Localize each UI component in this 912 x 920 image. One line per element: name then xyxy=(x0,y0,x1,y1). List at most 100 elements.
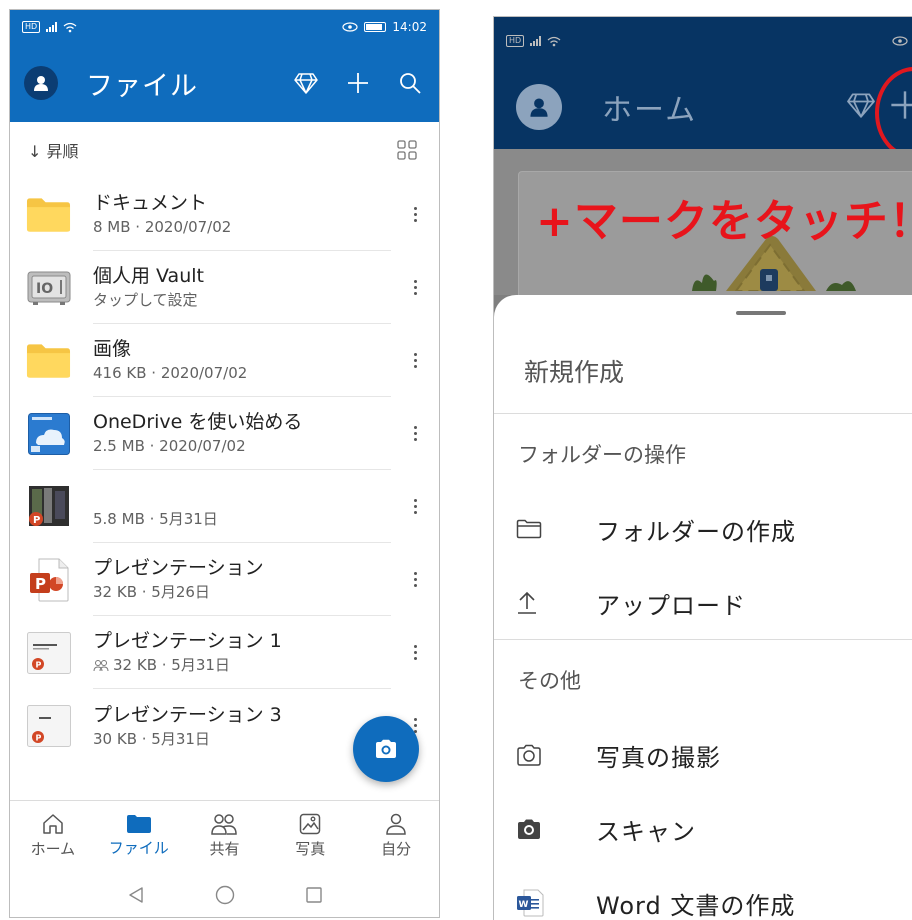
more-options-button[interactable] xyxy=(391,251,439,324)
menu-label: Word 文書の作成 xyxy=(596,891,796,920)
nav-label: 写真 xyxy=(295,839,326,858)
file-meta-text: 30 KB · 5月31日 xyxy=(93,729,210,748)
recent-apps-icon[interactable] xyxy=(305,886,323,904)
more-options-button[interactable] xyxy=(391,616,439,689)
pptx-thumbnail: P xyxy=(26,703,71,748)
status-bar: HD 14:02 xyxy=(10,10,439,44)
folder-icon xyxy=(26,338,71,383)
nav-files[interactable]: ファイル xyxy=(96,801,182,870)
svg-text:P: P xyxy=(33,515,40,526)
file-info: 5.8 MB · 5月31日 xyxy=(93,470,391,543)
diamond-icon xyxy=(294,73,318,94)
file-row[interactable]: P プレゼンテーション 32 KB · 5月26日 xyxy=(26,543,439,616)
camera-filled-icon xyxy=(516,818,564,840)
hd-icon: HD xyxy=(506,35,525,47)
more-options-button[interactable] xyxy=(391,397,439,470)
diamond-icon xyxy=(847,93,875,118)
premium-button[interactable] xyxy=(846,92,876,122)
file-meta-text: 416 KB · 2020/07/02 xyxy=(93,364,248,382)
file-row[interactable]: P 5.8 MB · 5月31日 xyxy=(26,470,439,543)
file-row[interactable]: P プレゼンテーション 1 32 KB · 5月31日 xyxy=(26,616,439,689)
status-bar: HD xyxy=(494,17,912,65)
back-icon[interactable] xyxy=(127,886,145,904)
file-meta: 2.5 MB · 2020/07/02 xyxy=(93,435,391,457)
file-name xyxy=(93,482,391,508)
folder-filled-icon xyxy=(126,814,151,833)
menu-item-scan[interactable]: スキャン xyxy=(494,799,912,859)
file-meta: タップして設定 xyxy=(93,289,391,311)
account-avatar[interactable] xyxy=(516,84,562,130)
home-icon xyxy=(43,813,63,834)
photo-icon xyxy=(300,813,321,834)
file-row[interactable]: OneDrive を使い始める 2.5 MB · 2020/07/02 xyxy=(26,397,439,470)
file-name: プレゼンテーション 3 xyxy=(93,703,282,726)
file-meta-text: タップして設定 xyxy=(93,291,198,309)
app-bar: ファイル xyxy=(10,44,439,122)
camera-outline-icon xyxy=(516,744,564,766)
file-meta-text: 32 KB · 5月26日 xyxy=(93,583,210,601)
more-vertical-icon xyxy=(413,499,417,514)
menu-item-take-photo[interactable]: 写真の撮影 xyxy=(494,725,912,785)
file-info: プレゼンテーション 1 32 KB · 5月31日 xyxy=(93,616,391,689)
more-vertical-icon xyxy=(413,572,417,587)
menu-label: 写真の撮影 xyxy=(596,743,721,772)
status-left: HD xyxy=(22,21,77,33)
svg-text:P: P xyxy=(35,733,41,742)
file-name: 個人用 Vault xyxy=(93,265,204,287)
nav-photos[interactable]: 写真 xyxy=(267,801,353,870)
pdf-thumbnail xyxy=(26,411,71,456)
people-icon xyxy=(211,813,238,835)
nav-label: ホーム xyxy=(30,839,76,858)
status-time: 14:02 xyxy=(392,20,427,34)
word-icon: W xyxy=(516,889,564,917)
camera-fab[interactable] xyxy=(353,716,419,782)
svg-text:P: P xyxy=(35,660,41,669)
system-navigation-bar xyxy=(10,870,439,917)
wifi-icon xyxy=(547,36,561,46)
page-title: ファイル xyxy=(86,70,198,102)
nav-shared[interactable]: 共有 xyxy=(182,801,268,870)
file-meta: 416 KB · 2020/07/02 xyxy=(93,362,391,384)
grid-view-icon[interactable] xyxy=(397,140,417,160)
file-meta: 32 KB · 5月26日 xyxy=(93,581,391,603)
more-options-button[interactable] xyxy=(391,543,439,616)
upload-icon xyxy=(516,591,564,615)
home-circle-icon[interactable] xyxy=(215,885,235,905)
menu-label: アップロード xyxy=(596,591,746,620)
file-row[interactable]: ドキュメント 8 MB · 2020/07/02 xyxy=(26,178,439,251)
file-meta: 5.8 MB · 5月31日 xyxy=(93,508,391,530)
drag-handle[interactable] xyxy=(736,311,786,315)
more-options-button[interactable] xyxy=(391,470,439,543)
more-options-button[interactable] xyxy=(391,324,439,397)
file-info: 個人用 Vault タップして設定 xyxy=(93,251,391,324)
file-meta-text: 32 KB · 5月31日 xyxy=(113,656,230,674)
more-options-button[interactable] xyxy=(391,178,439,251)
plus-icon xyxy=(348,73,368,93)
more-vertical-icon xyxy=(413,426,417,441)
file-name: ドキュメント xyxy=(93,192,208,214)
file-name: OneDrive を使い始める xyxy=(93,411,303,433)
nav-label: 共有 xyxy=(209,839,240,858)
account-avatar[interactable] xyxy=(24,66,58,100)
file-row[interactable]: 画像 416 KB · 2020/07/02 xyxy=(26,324,439,397)
file-list: ドキュメント 8 MB · 2020/07/02 IO 個人用 Vault タッ… xyxy=(10,178,439,762)
menu-label: スキャン xyxy=(596,817,696,846)
search-button[interactable] xyxy=(395,68,425,98)
menu-item-create-word[interactable]: W Word 文書の作成 xyxy=(494,873,912,920)
battery-icon xyxy=(364,22,387,32)
menu-item-create-folder[interactable]: フォルダーの作成 xyxy=(494,499,912,559)
sort-toggle[interactable]: ↓ 昇順 xyxy=(28,138,79,162)
add-button[interactable] xyxy=(343,68,373,98)
more-vertical-icon xyxy=(413,207,417,222)
menu-item-upload[interactable]: アップロード xyxy=(494,573,912,633)
file-row[interactable]: IO 個人用 Vault タップして設定 xyxy=(26,251,439,324)
nav-label: 自分 xyxy=(381,839,412,858)
pptx-thumbnail: P xyxy=(26,630,71,675)
section-label-folder-actions: フォルダーの操作 xyxy=(518,443,686,467)
nav-me[interactable]: 自分 xyxy=(353,801,439,870)
file-meta: 8 MB · 2020/07/02 xyxy=(93,216,391,238)
folder-icon xyxy=(26,192,71,237)
nav-home[interactable]: ホーム xyxy=(10,801,96,870)
create-new-sheet: 新規作成 フォルダーの操作 フォルダーの作成 アップロード その他 写真の撮影 xyxy=(494,295,912,920)
premium-button[interactable] xyxy=(291,68,321,98)
